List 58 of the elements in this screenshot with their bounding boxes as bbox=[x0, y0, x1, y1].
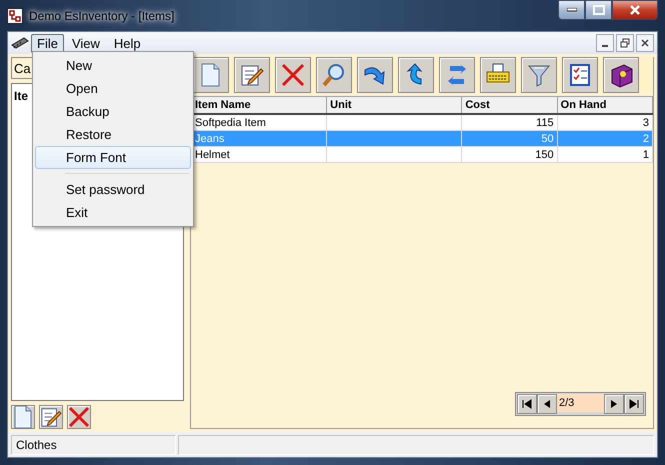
table-cell[interactable]: 1 bbox=[557, 146, 652, 162]
app-icon bbox=[7, 8, 23, 24]
last-icon bbox=[629, 399, 639, 409]
search-icon bbox=[321, 62, 347, 88]
close-button[interactable] bbox=[636, 34, 654, 52]
table-cell[interactable] bbox=[326, 146, 462, 162]
table-cell[interactable] bbox=[326, 114, 462, 130]
table-cell[interactable]: Softpedia Item bbox=[192, 114, 327, 130]
delete-button[interactable] bbox=[67, 405, 91, 429]
edit-button[interactable] bbox=[39, 405, 63, 429]
delete-icon bbox=[280, 62, 306, 88]
minimize-icon bbox=[566, 8, 576, 12]
record-position-field[interactable]: 2/3 bbox=[557, 394, 604, 412]
column-header[interactable]: On Hand bbox=[557, 96, 652, 114]
toolbar-button[interactable] bbox=[480, 57, 516, 93]
maximize-button[interactable] bbox=[585, 0, 612, 20]
column-header[interactable]: Cost bbox=[462, 96, 558, 114]
column-header[interactable]: Unit bbox=[326, 96, 462, 114]
toolbar-button[interactable] bbox=[562, 57, 598, 93]
close-icon bbox=[641, 39, 649, 47]
last-record-button[interactable] bbox=[624, 394, 644, 414]
minimize-button[interactable] bbox=[558, 0, 585, 20]
menu-item[interactable]: File bbox=[31, 34, 64, 52]
menu-item[interactable]: View bbox=[66, 34, 106, 52]
first-record-button[interactable] bbox=[517, 394, 537, 414]
window-title: Demo EsInventory - [Items] bbox=[29, 8, 174, 22]
restore-button[interactable] bbox=[616, 34, 634, 52]
toolbar-button[interactable] bbox=[603, 57, 639, 93]
table-cell[interactable]: Helmet bbox=[192, 146, 327, 162]
toolbar-button[interactable] bbox=[357, 57, 393, 93]
table-cell[interactable]: 115 bbox=[462, 114, 558, 130]
restore-icon bbox=[620, 38, 630, 48]
document-icon bbox=[13, 405, 33, 429]
previous-icon bbox=[543, 399, 551, 409]
previous-record-button[interactable] bbox=[537, 394, 557, 414]
memory-chip-icon bbox=[11, 37, 29, 49]
toolbar-button[interactable] bbox=[234, 57, 270, 93]
table-cell[interactable]: 150 bbox=[462, 146, 558, 162]
close-icon bbox=[629, 4, 641, 16]
toolbar-button[interactable] bbox=[521, 57, 557, 93]
menu-entry[interactable]: New bbox=[35, 54, 191, 77]
first-icon bbox=[522, 399, 532, 409]
table-cell[interactable] bbox=[326, 130, 462, 146]
list-header: Ite bbox=[14, 89, 28, 103]
minimize-button[interactable] bbox=[596, 34, 614, 52]
next-icon bbox=[610, 399, 618, 409]
new-button[interactable] bbox=[11, 405, 35, 429]
toolbar-button[interactable] bbox=[398, 57, 434, 93]
table-cell[interactable]: 3 bbox=[557, 114, 652, 130]
maximize-icon bbox=[592, 5, 604, 15]
delete-icon bbox=[68, 406, 90, 428]
checklist-icon bbox=[567, 62, 593, 88]
close-button[interactable] bbox=[612, 0, 658, 20]
next-record-button[interactable] bbox=[604, 394, 624, 414]
menu-entry[interactable]: Form Font bbox=[35, 146, 191, 169]
status-panel: Clothes bbox=[11, 435, 176, 455]
column-header[interactable]: Item Name bbox=[192, 96, 327, 114]
menu-item[interactable]: Help bbox=[108, 34, 147, 52]
